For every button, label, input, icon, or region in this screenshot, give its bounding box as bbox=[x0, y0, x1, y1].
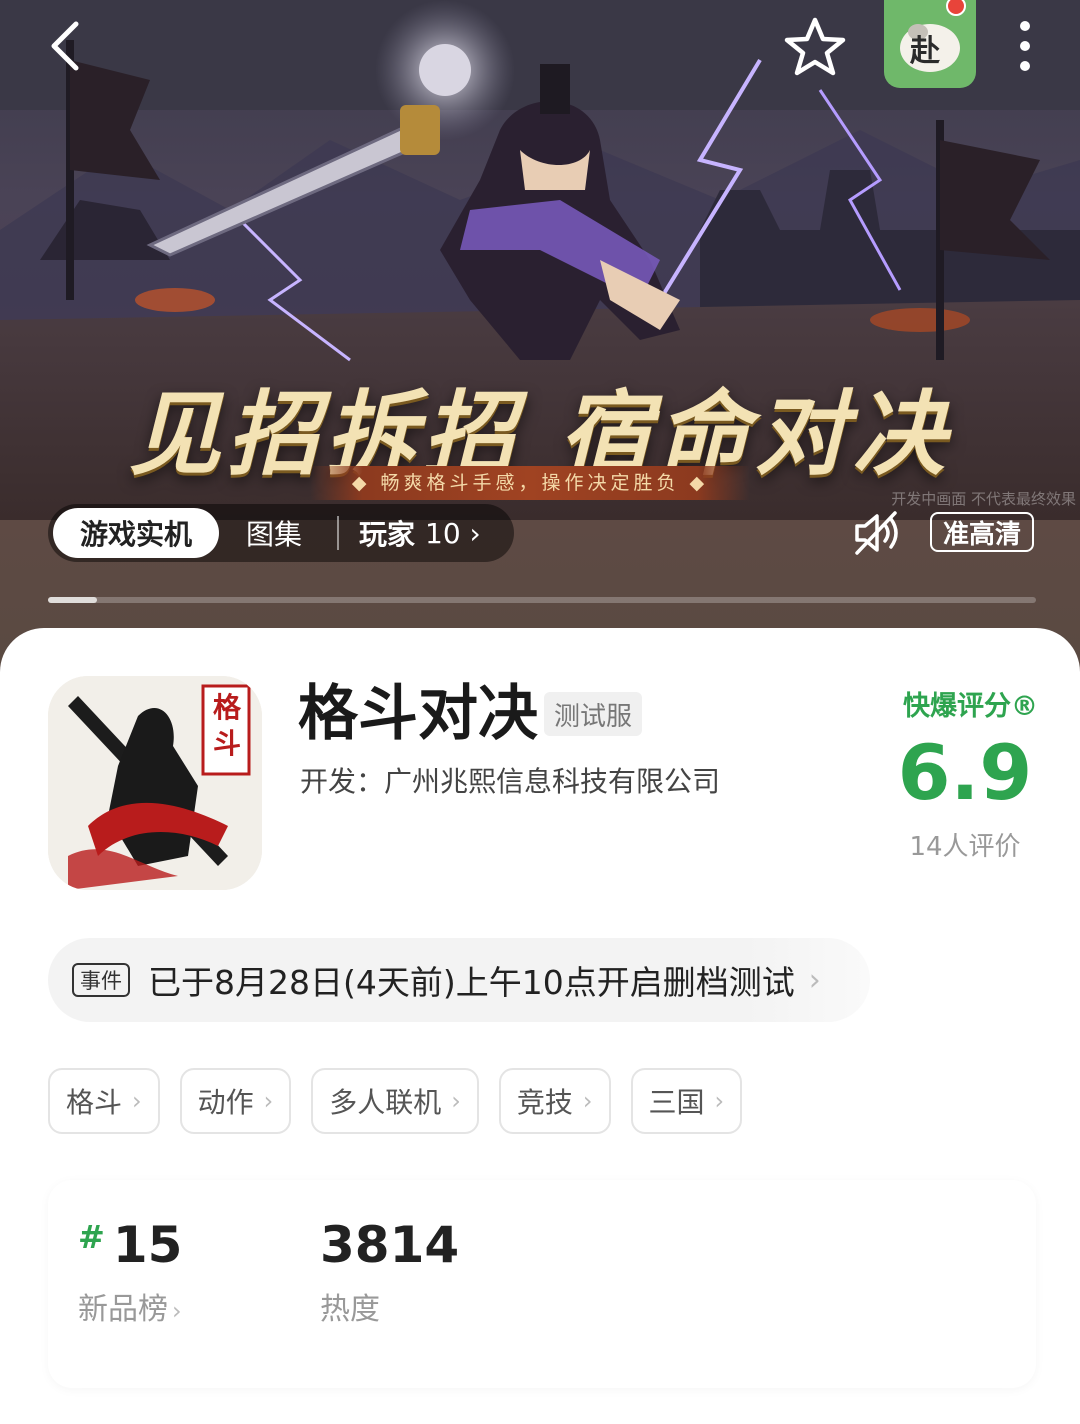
rank-label: 新品榜 bbox=[78, 1292, 168, 1327]
rank-hash: # bbox=[78, 1218, 105, 1256]
tag-item[interactable]: 动作 › bbox=[179, 1068, 292, 1134]
tag-item[interactable]: 竞技 › bbox=[498, 1068, 611, 1134]
tag-item[interactable]: 格斗 › bbox=[48, 1068, 160, 1134]
more-vertical-icon[interactable] bbox=[1000, 14, 1050, 78]
rank-stat[interactable]: # 15 新品榜 › bbox=[78, 1216, 182, 1328]
star-outline-icon[interactable] bbox=[780, 12, 850, 82]
players-count: 10 › bbox=[425, 516, 481, 550]
heat-stat: 3814 热度 bbox=[320, 1216, 459, 1328]
heat-label: 热度 bbox=[320, 1292, 380, 1327]
rating-count[interactable]: 14人评价 bbox=[880, 826, 1050, 863]
players-label: 玩家 bbox=[359, 518, 416, 551]
tag-label: 多人联机 bbox=[329, 1086, 442, 1119]
chevron-right-icon: › bbox=[132, 1087, 142, 1115]
game-title: 格斗对决 bbox=[298, 679, 538, 749]
chevron-right-icon: › bbox=[451, 1087, 461, 1115]
server-badge: 测试服 bbox=[544, 692, 643, 736]
tag-label: 三国 bbox=[648, 1086, 705, 1119]
tag-label: 格斗 bbox=[66, 1086, 123, 1119]
game-icon: 格斗 bbox=[48, 676, 262, 890]
quality-button[interactable]: 准高清 bbox=[930, 512, 1034, 552]
rank-value: 15 bbox=[112, 1216, 183, 1274]
back-chevron-icon[interactable] bbox=[38, 18, 94, 74]
rating-label: 快爆评分® bbox=[903, 691, 1038, 722]
media-tabs: 游戏实机 图集 玩家 10 › bbox=[48, 504, 514, 562]
rating-score[interactable]: 6.9 bbox=[880, 728, 1050, 817]
event-bar[interactable]: 事件 已于8月28日(4天前)上午10点开启删档测试 › bbox=[48, 938, 870, 1022]
video-progress-fill bbox=[48, 597, 98, 603]
chevron-right-icon: › bbox=[582, 1087, 593, 1115]
tag-label: 动作 bbox=[197, 1086, 254, 1119]
hero-disclaimer: 开发中画面 不代表最终效果 bbox=[891, 490, 1076, 508]
tag-label: 竞技 bbox=[516, 1086, 573, 1119]
tag-item[interactable]: 多人联机 › bbox=[311, 1068, 479, 1134]
video-progress-bar[interactable] bbox=[48, 597, 1036, 603]
mute-icon[interactable] bbox=[852, 508, 902, 558]
developer-name[interactable]: 开发：广州兆熙信息科技有限公司 bbox=[300, 760, 720, 800]
event-tag: 事件 bbox=[72, 963, 130, 997]
tag-item[interactable]: 三国 › bbox=[630, 1068, 743, 1134]
event-text: 已于8月28日(4天前)上午10点开启删档测试 bbox=[148, 963, 795, 1002]
tab-players[interactable]: 玩家 10 › bbox=[359, 508, 481, 558]
avatar[interactable]: 赴 bbox=[884, 0, 976, 88]
tag-list: 格斗 › 动作 › 多人联机 › 竞技 › 三国 › bbox=[48, 1068, 762, 1134]
chevron-right-icon: › bbox=[808, 962, 821, 998]
avatar-text: 赴 bbox=[910, 34, 940, 69]
chevron-right-icon: › bbox=[714, 1087, 725, 1115]
heat-value: 3814 bbox=[320, 1216, 460, 1274]
tab-gallery[interactable]: 图集 bbox=[219, 508, 329, 558]
tab-divider bbox=[337, 516, 339, 550]
chevron-right-icon: › bbox=[172, 1297, 182, 1325]
tab-gameplay[interactable]: 游戏实机 bbox=[53, 508, 219, 558]
stats-card: # 15 新品榜 › 3814 热度 bbox=[48, 1180, 1036, 1388]
chevron-right-icon: › bbox=[263, 1087, 274, 1115]
hero-banner[interactable]: 见招拆招 宿命对决 ◆ 畅爽格斗手感，操作决定胜负 ◆ 开发中画面 不代表最终效… bbox=[0, 0, 1080, 660]
hero-subtitle: ◆ 畅爽格斗手感，操作决定胜负 ◆ bbox=[310, 466, 750, 500]
game-icon-seal-text: 格斗 bbox=[212, 691, 241, 760]
